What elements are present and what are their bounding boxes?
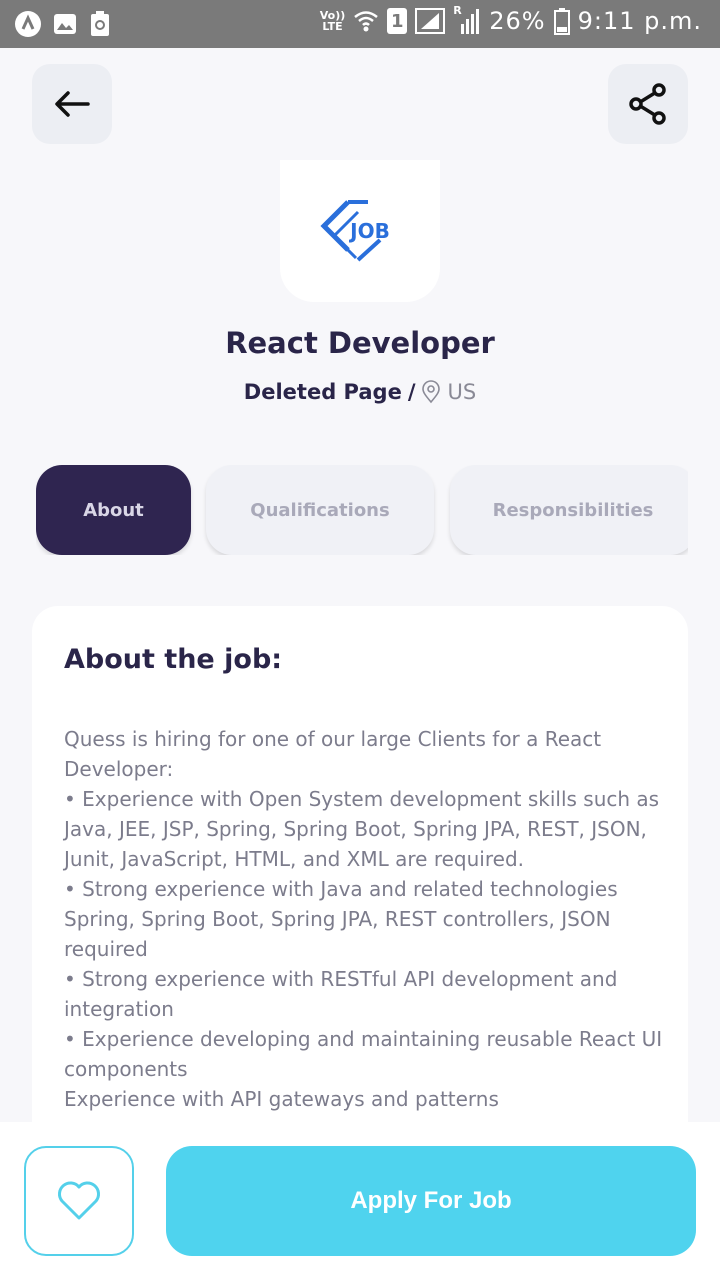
about-line: Quess is hiring for one of our large Cli…: [64, 727, 602, 781]
share-button[interactable]: [608, 64, 688, 144]
wifi-icon: [354, 11, 379, 32]
company-name[interactable]: Deleted Page: [244, 380, 402, 404]
heart-icon: [58, 1181, 100, 1220]
favorite-button[interactable]: [24, 1146, 134, 1256]
job-logo-icon: JOB: [320, 200, 390, 262]
arrow-left-icon: [55, 91, 90, 117]
sim-indicator: 1: [387, 8, 408, 34]
about-line: • Strong experience with RESTful API dev…: [64, 967, 618, 1021]
gallery-icon: [54, 14, 76, 34]
battery-percent: 26%: [489, 7, 546, 35]
back-button[interactable]: [32, 64, 112, 144]
location-pin-icon: [422, 380, 441, 404]
job-location: US: [447, 380, 477, 404]
roaming-signal: R: [453, 4, 481, 36]
about-line: Experience with API gateways and pattern…: [64, 1087, 499, 1111]
tab-bar: About Qualifications Responsibilities: [36, 465, 688, 555]
app-a-icon: [15, 11, 41, 37]
tab-about[interactable]: About: [36, 465, 191, 555]
tab-responsibilities[interactable]: Responsibilities: [450, 465, 688, 555]
bottom-action-bar: Apply For Job: [0, 1122, 720, 1280]
about-body: Quess is hiring for one of our large Cli…: [64, 724, 664, 1114]
company-logo: JOB: [280, 160, 440, 302]
about-line: • Experience with Open System developmen…: [64, 787, 660, 871]
about-line: • Experience developing and maintaining …: [64, 1027, 663, 1081]
battery-icon: [553, 8, 570, 35]
tab-qualifications[interactable]: Qualifications: [206, 465, 434, 555]
about-line: • Strong experience with Java and relate…: [64, 877, 618, 961]
apply-button[interactable]: Apply For Job: [166, 1146, 696, 1256]
job-subtitle: Deleted Page / US: [0, 380, 720, 404]
signal-icon: [415, 8, 446, 34]
job-title: React Developer: [225, 326, 495, 360]
svg-text:JOB: JOB: [348, 219, 390, 243]
volte-indicator: Vo)) LTE: [319, 9, 346, 33]
clock: 9:11 p.m.: [577, 7, 702, 35]
about-heading: About the job:: [64, 644, 283, 675]
separator: /: [407, 380, 416, 404]
status-bar: Vo)) LTE 1 R 26% 9:11 p.m.: [0, 0, 720, 48]
recycle-icon: [91, 11, 109, 36]
share-icon: [629, 83, 666, 125]
